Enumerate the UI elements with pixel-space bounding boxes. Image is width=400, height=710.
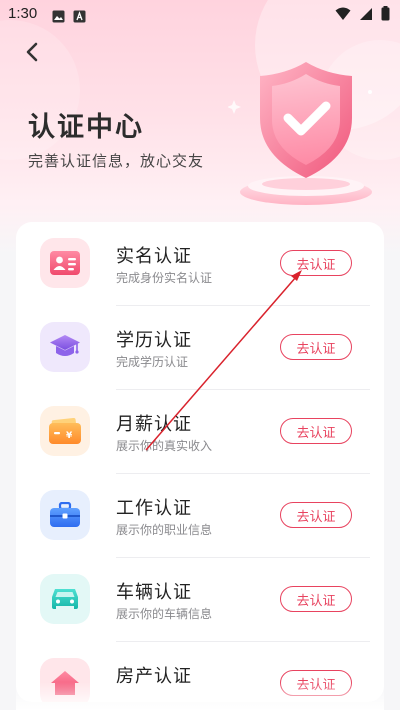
item-title: 实名认证: [116, 246, 192, 267]
graduation-cap-icon: [40, 322, 90, 372]
verify-button[interactable]: 去认证: [280, 250, 352, 276]
status-time: 1:30: [8, 5, 38, 22]
list-item-vehicle[interactable]: 车辆认证 展示你的车辆信息 去认证: [16, 558, 384, 642]
back-button[interactable]: [16, 38, 48, 70]
wallet-icon: ¥: [40, 406, 90, 456]
wifi-icon: [335, 6, 351, 25]
keyboard-a-icon: [73, 8, 86, 27]
verify-button[interactable]: 去认证: [280, 502, 352, 528]
page-title: 认证中心: [28, 112, 144, 143]
verify-button[interactable]: 去认证: [280, 586, 352, 612]
id-card-icon: [40, 238, 90, 288]
item-desc: 展示你的职业信息: [116, 523, 213, 537]
status-bar: 1:30: [0, 0, 400, 28]
item-desc: 完成身份实名认证: [116, 271, 213, 285]
item-title: 工作认证: [116, 498, 192, 519]
briefcase-icon: [40, 490, 90, 540]
item-title: 学历认证: [116, 330, 192, 351]
page-subtitle: 完善认证信息，放心交友: [28, 152, 205, 170]
list-item-salary[interactable]: ¥ 月薪认证 展示你的真实收入 去认证: [16, 390, 384, 474]
item-title: 车辆认证: [116, 582, 192, 603]
item-title: 月薪认证: [116, 414, 192, 435]
item-desc: 展示你的真实收入: [116, 439, 213, 453]
shield-check-icon: [227, 52, 378, 212]
list-item-education[interactable]: 学历认证 完成学历认证 去认证: [16, 306, 384, 390]
item-desc: 展示你的车辆信息: [116, 607, 213, 621]
verification-list-card: 实名认证 完成身份实名认证 去认证 学历认证 完成学历认证 去认证 ¥ 月薪认证…: [16, 222, 384, 702]
car-icon: [40, 574, 90, 624]
list-item-work[interactable]: 工作认证 展示你的职业信息 去认证: [16, 474, 384, 558]
battery-icon: [381, 6, 390, 25]
verify-button[interactable]: 去认证: [280, 418, 352, 444]
bottom-fade: [16, 682, 384, 710]
svg-text:¥: ¥: [66, 431, 73, 441]
image-icon: [52, 8, 65, 27]
signal-icon: [359, 6, 373, 25]
list-item-real-name[interactable]: 实名认证 完成身份实名认证 去认证: [16, 222, 384, 306]
verify-button[interactable]: 去认证: [280, 334, 352, 360]
item-desc: 完成学历认证: [116, 355, 189, 369]
chevron-left-icon: [25, 42, 39, 66]
